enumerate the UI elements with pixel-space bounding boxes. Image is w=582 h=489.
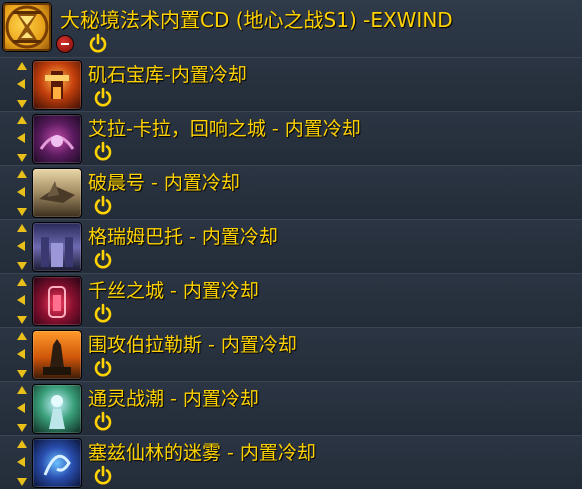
dawnbreaker-icon[interactable] bbox=[33, 169, 81, 217]
ungroup-arrow-icon[interactable] bbox=[17, 79, 25, 89]
move-down-icon[interactable] bbox=[17, 262, 27, 270]
move-up-icon[interactable] bbox=[17, 170, 27, 178]
reorder-arrows[interactable] bbox=[14, 439, 30, 487]
group-header[interactable]: 大秘境法术内置CD (地心之战S1) -EXWIND bbox=[0, 0, 582, 58]
row-label: 破晨号 - 内置冷却 bbox=[88, 172, 240, 194]
power-icon[interactable] bbox=[88, 33, 108, 53]
list-item[interactable]: 破晨号 - 内置冷却 bbox=[0, 165, 582, 219]
reorder-arrows[interactable] bbox=[14, 169, 30, 217]
row-label: 千丝之城 - 内置冷却 bbox=[88, 280, 259, 302]
power-icon[interactable] bbox=[93, 195, 113, 215]
ungroup-arrow-icon[interactable] bbox=[17, 133, 25, 143]
necrotic-wake-icon[interactable] bbox=[33, 385, 81, 433]
power-icon[interactable] bbox=[93, 465, 113, 485]
power-icon[interactable] bbox=[93, 411, 113, 431]
move-down-icon[interactable] bbox=[17, 316, 27, 324]
move-up-icon[interactable] bbox=[17, 386, 27, 394]
move-down-icon[interactable] bbox=[17, 154, 27, 162]
move-up-icon[interactable] bbox=[17, 332, 27, 340]
reorder-arrows[interactable] bbox=[14, 277, 30, 325]
hourglass-gear-icon[interactable] bbox=[3, 3, 51, 51]
move-down-icon[interactable] bbox=[17, 478, 27, 486]
power-icon[interactable] bbox=[93, 141, 113, 161]
reorder-arrows[interactable] bbox=[14, 115, 30, 163]
power-icon[interactable] bbox=[93, 303, 113, 323]
row-label: 围攻伯拉勒斯 - 内置冷却 bbox=[88, 334, 297, 356]
siege-of-boralus-icon[interactable] bbox=[33, 331, 81, 379]
move-up-icon[interactable] bbox=[17, 440, 27, 448]
power-icon[interactable] bbox=[93, 357, 113, 377]
power-icon[interactable] bbox=[93, 249, 113, 269]
power-icon[interactable] bbox=[93, 87, 113, 107]
ungroup-arrow-icon[interactable] bbox=[17, 457, 25, 467]
move-up-icon[interactable] bbox=[17, 278, 27, 286]
move-up-icon[interactable] bbox=[17, 116, 27, 124]
reorder-arrows[interactable] bbox=[14, 61, 30, 109]
list-item[interactable]: 艾拉-卡拉，回响之城 - 内置冷却 bbox=[0, 111, 582, 165]
move-up-icon[interactable] bbox=[17, 62, 27, 70]
group-title: 大秘境法术内置CD (地心之战S1) -EXWIND bbox=[60, 8, 453, 32]
mists-of-tirna-scithe-icon[interactable] bbox=[33, 439, 81, 487]
ungroup-arrow-icon[interactable] bbox=[17, 241, 25, 251]
list-item[interactable]: 通灵战潮 - 内置冷却 bbox=[0, 381, 582, 435]
list-item[interactable]: 格瑞姆巴托 - 内置冷却 bbox=[0, 219, 582, 273]
reorder-arrows[interactable] bbox=[14, 385, 30, 433]
row-label: 矶石宝库-内置冷却 bbox=[88, 64, 247, 86]
ungroup-arrow-icon[interactable] bbox=[17, 403, 25, 413]
ungroup-arrow-icon[interactable] bbox=[17, 187, 25, 197]
reorder-arrows[interactable] bbox=[14, 331, 30, 379]
move-down-icon[interactable] bbox=[17, 100, 27, 108]
move-down-icon[interactable] bbox=[17, 424, 27, 432]
list-item[interactable]: 矶石宝库-内置冷却 bbox=[0, 57, 582, 111]
ungroup-arrow-icon[interactable] bbox=[17, 295, 25, 305]
grim-batol-icon[interactable] bbox=[33, 223, 81, 271]
minus-circle-icon[interactable] bbox=[57, 36, 73, 52]
list-item[interactable]: 围攻伯拉勒斯 - 内置冷却 bbox=[0, 327, 582, 381]
ungroup-arrow-icon[interactable] bbox=[17, 349, 25, 359]
row-label: 塞兹仙林的迷雾 - 内置冷却 bbox=[88, 442, 316, 464]
list-item[interactable]: 塞兹仙林的迷雾 - 内置冷却 bbox=[0, 435, 582, 489]
city-of-threads-icon[interactable] bbox=[33, 277, 81, 325]
row-label: 艾拉-卡拉，回响之城 - 内置冷却 bbox=[88, 118, 361, 140]
move-up-icon[interactable] bbox=[17, 224, 27, 232]
ara-kara-icon[interactable] bbox=[33, 115, 81, 163]
stonevault-icon[interactable] bbox=[33, 61, 81, 109]
list-item[interactable]: 千丝之城 - 内置冷却 bbox=[0, 273, 582, 327]
reorder-arrows[interactable] bbox=[14, 223, 30, 271]
weakaura-group-panel: 大秘境法术内置CD (地心之战S1) -EXWIND 通 矶石宝库-内置冷却 bbox=[0, 0, 582, 489]
move-down-icon[interactable] bbox=[17, 370, 27, 378]
move-down-icon[interactable] bbox=[17, 208, 27, 216]
row-label: 通灵战潮 - 内置冷却 bbox=[88, 388, 259, 410]
row-label: 格瑞姆巴托 - 内置冷却 bbox=[88, 226, 278, 248]
